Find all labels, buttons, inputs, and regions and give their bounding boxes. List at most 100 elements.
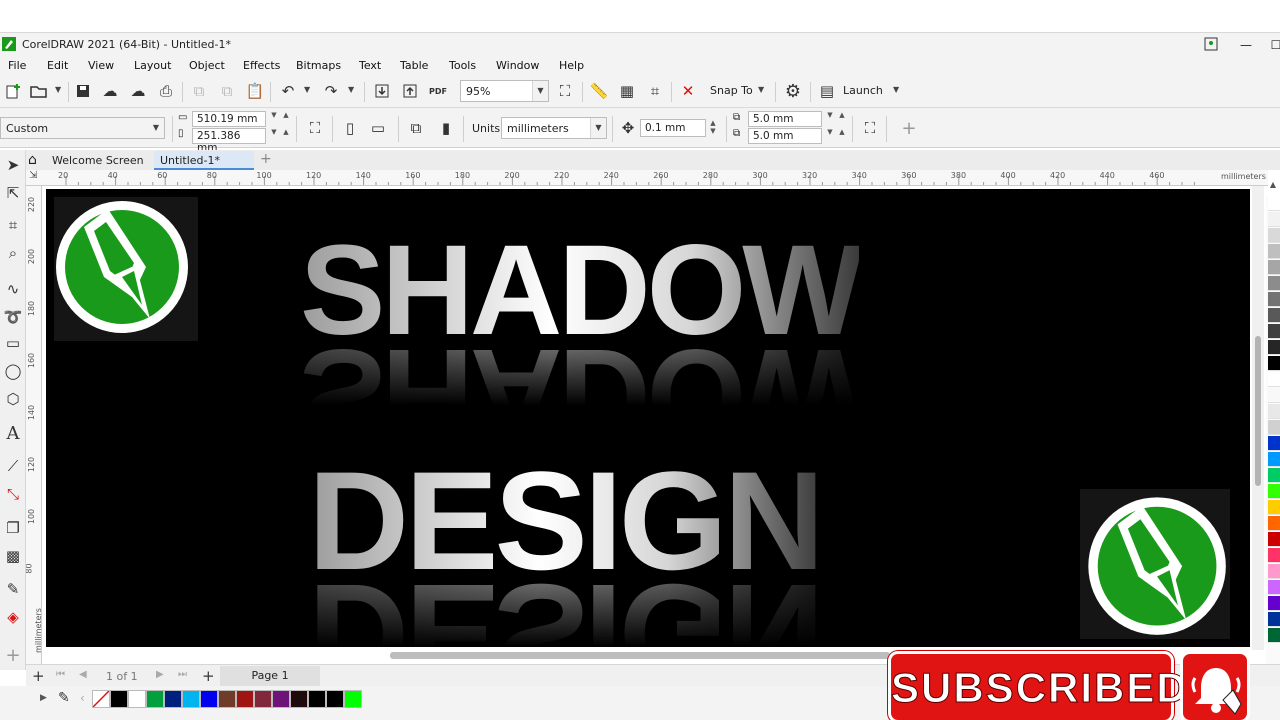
cloud-download-icon[interactable]: ☁ (99, 80, 121, 102)
new-document-icon[interactable] (2, 80, 24, 102)
palette-swatch[interactable] (1268, 452, 1280, 467)
drop-shadow-tool-icon[interactable]: ❐ (2, 517, 24, 539)
spin-arrows[interactable]: ▲ (836, 128, 848, 144)
account-icon[interactable] (1204, 37, 1218, 51)
ellipse-tool-icon[interactable]: ◯ (2, 360, 24, 382)
snap-to-label[interactable]: Snap To (710, 84, 753, 97)
text-tool-icon[interactable]: A (2, 422, 24, 444)
menu-view[interactable]: View (88, 59, 114, 72)
palette-swatch[interactable] (128, 690, 146, 708)
paste-icon[interactable]: 📋 (244, 80, 266, 102)
palette-swatch[interactable] (1268, 308, 1280, 323)
chevron-down-icon[interactable]: ▼ (304, 85, 310, 94)
portrait-icon[interactable]: ▯ (339, 117, 361, 139)
vertical-scrollbar-thumb[interactable] (1255, 336, 1261, 486)
palette-swatch[interactable] (1268, 260, 1280, 275)
palette-swatch[interactable] (146, 690, 164, 708)
options-gear-icon[interactable]: ⚙ (782, 80, 804, 102)
page-width-field[interactable]: 510.19 mm (192, 111, 266, 127)
palette-swatch[interactable] (1268, 484, 1280, 499)
chevron-down-icon[interactable]: ▼ (348, 85, 354, 94)
chevron-down-icon[interactable]: ▼ (532, 81, 548, 101)
menu-table[interactable]: Table (400, 59, 428, 72)
add-page-end-icon[interactable]: + (202, 667, 215, 685)
palette-swatch[interactable] (1268, 436, 1280, 451)
connector-tool-icon[interactable]: ⤡ (2, 483, 24, 505)
landscape-icon[interactable]: ▭ (367, 117, 389, 139)
vertical-ruler[interactable]: 220 200 180 160 140 120 100 80 millimeters (26, 186, 42, 664)
first-page-icon[interactable]: ⏮ (56, 669, 65, 680)
notification-bell-button[interactable] (1180, 651, 1250, 720)
palette-swatch[interactable] (1268, 628, 1280, 643)
artboard[interactable]: SHADOW SHADOW DESIGN DESIGN (46, 189, 1250, 647)
treat-as-filled-icon[interactable]: ⛶ (859, 117, 881, 139)
menu-help[interactable]: Help (559, 59, 584, 72)
menu-object[interactable]: Object (189, 59, 225, 72)
palette-swatch[interactable] (254, 690, 272, 708)
eyedropper-tool-icon[interactable]: ✎ (2, 578, 24, 600)
palette-back-icon[interactable]: ‹ (80, 691, 85, 705)
palette-swatch[interactable] (1268, 420, 1280, 435)
menu-tools[interactable]: Tools (449, 59, 476, 72)
palette-swatch[interactable] (218, 690, 236, 708)
full-screen-preview-icon[interactable]: ⛶ (554, 80, 576, 102)
palette-swatch[interactable] (344, 690, 362, 708)
palette-swatch[interactable] (326, 690, 344, 708)
palette-swatch[interactable] (1268, 228, 1280, 243)
palette-swatch[interactable] (1268, 548, 1280, 563)
spin-arrows[interactable]: ▼ (268, 128, 280, 144)
menu-text[interactable]: Text (359, 59, 381, 72)
all-pages-icon[interactable]: ⛶ (304, 117, 326, 139)
save-icon[interactable] (72, 80, 94, 102)
previous-page-icon[interactable]: ◀ (79, 669, 87, 680)
polygon-tool-icon[interactable]: ⬡ (2, 388, 24, 410)
palette-swatch[interactable] (1268, 388, 1280, 403)
import-icon[interactable] (371, 80, 393, 102)
palette-swatch[interactable] (272, 690, 290, 708)
crop-tool-icon[interactable]: ⌗ (2, 214, 24, 236)
palette-swatch[interactable] (110, 690, 128, 708)
add-property-icon[interactable]: + (898, 117, 920, 139)
palette-swatch[interactable] (1268, 468, 1280, 483)
chevron-down-icon[interactable]: ▼ (590, 118, 606, 138)
palette-swatch[interactable] (1268, 612, 1280, 627)
menu-layout[interactable]: Layout (134, 59, 171, 72)
palette-swatch[interactable] (236, 690, 254, 708)
drawing-canvas[interactable]: SHADOW SHADOW DESIGN DESIGN (42, 186, 1268, 650)
snap-off-icon[interactable]: ✕ (677, 80, 699, 102)
parallel-dimension-tool-icon[interactable]: ⟋ (2, 455, 24, 477)
shape-tool-icon[interactable]: ⇱ (2, 182, 24, 204)
zoom-tool-icon[interactable]: ⌕ (2, 242, 24, 264)
spin-arrows[interactable]: ▼ (824, 128, 836, 144)
palette-swatch[interactable] (1268, 564, 1280, 579)
artistic-media-tool-icon[interactable]: ➰ (2, 306, 24, 328)
palette-swatch[interactable] (1268, 500, 1280, 515)
page-layout-icon[interactable]: ⧉ (405, 117, 427, 139)
palette-swatch[interactable] (1268, 356, 1280, 371)
palette-swatch[interactable] (1268, 324, 1280, 339)
palette-swatch[interactable] (182, 690, 200, 708)
ruler-corner-icon[interactable]: ⇲ (29, 170, 37, 181)
add-tool-icon[interactable]: + (2, 644, 24, 666)
palette-swatch[interactable] (1268, 516, 1280, 531)
menu-bitmaps[interactable]: Bitmaps (296, 59, 341, 72)
new-tab-button[interactable]: + (254, 151, 278, 170)
chevron-down-icon[interactable]: ▼ (758, 85, 764, 94)
palette-swatch[interactable] (1268, 372, 1280, 387)
palette-swatch[interactable] (1268, 340, 1280, 355)
redo-icon[interactable]: ↷ (320, 80, 342, 102)
palette-swatch[interactable] (290, 690, 308, 708)
units-combo[interactable]: millimeters ▼ (501, 117, 607, 139)
no-color-swatch[interactable] (92, 690, 110, 708)
palette-swatch[interactable] (164, 690, 182, 708)
last-page-icon[interactable]: ⏭ (178, 669, 187, 680)
spin-arrows[interactable]: ▲ (280, 111, 292, 127)
launch-label[interactable]: Launch (843, 84, 883, 97)
menu-window[interactable]: Window (496, 59, 539, 72)
duplicate-distance-y-field[interactable]: 5.0 mm (748, 128, 822, 144)
spin-arrows[interactable]: ▲ (836, 111, 848, 127)
page-bleed-icon[interactable]: ▮ (435, 117, 457, 139)
publish-pdf-icon[interactable]: PDF (427, 80, 449, 102)
open-folder-icon[interactable] (28, 80, 50, 102)
maximize-button[interactable]: ☐ (1258, 35, 1280, 55)
